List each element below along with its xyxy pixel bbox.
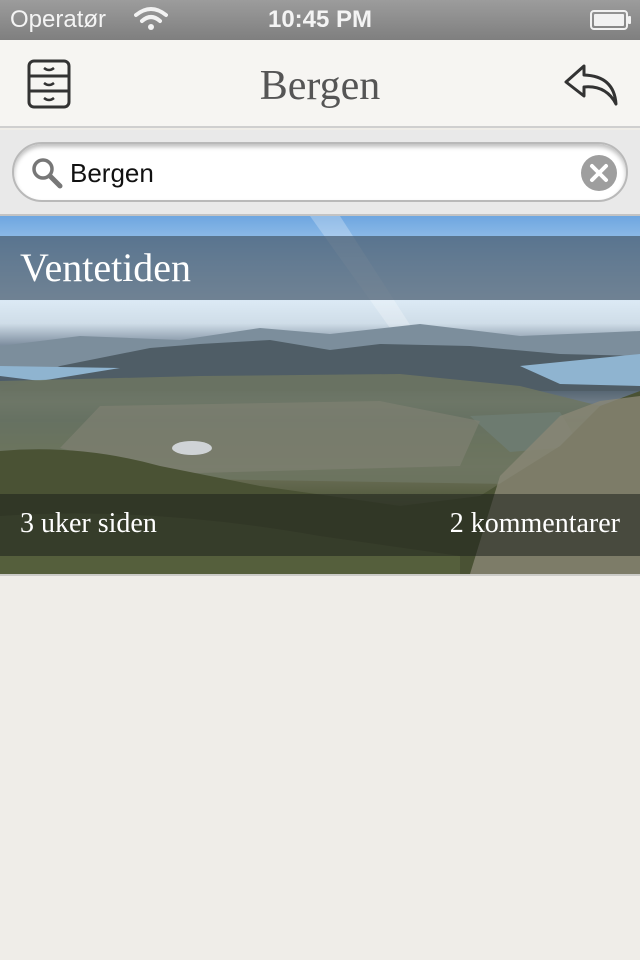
reply-arrow-icon[interactable]	[562, 60, 620, 108]
search-bar	[0, 130, 640, 216]
card-footer: 3 uker siden 2 kommentarer	[0, 494, 640, 556]
post-card[interactable]: Ventetiden 3 uker siden 2 kommentarer	[0, 216, 640, 574]
search-icon	[32, 158, 63, 189]
app-screen: Operatør 10:45 PM Bergen Bergen Ventetid…	[0, 0, 640, 960]
clear-icon[interactable]	[580, 154, 618, 192]
page-title: Bergen	[259, 63, 381, 109]
empty-list-area	[0, 576, 640, 960]
status-bar: Operatør 10:45 PM	[0, 0, 640, 40]
search-field[interactable]	[12, 142, 628, 202]
search-input[interactable]	[70, 154, 560, 192]
navigation-bar: Bergen	[0, 40, 640, 128]
card-title-band: Ventetiden	[0, 236, 640, 300]
status-time: 10:45 PM	[267, 6, 373, 33]
post-time-ago: 3 uker siden	[20, 508, 157, 539]
battery-icon	[590, 10, 631, 30]
post-comments-count[interactable]: 2 kommentarer	[450, 508, 620, 540]
post-title: Ventetiden	[20, 245, 192, 290]
